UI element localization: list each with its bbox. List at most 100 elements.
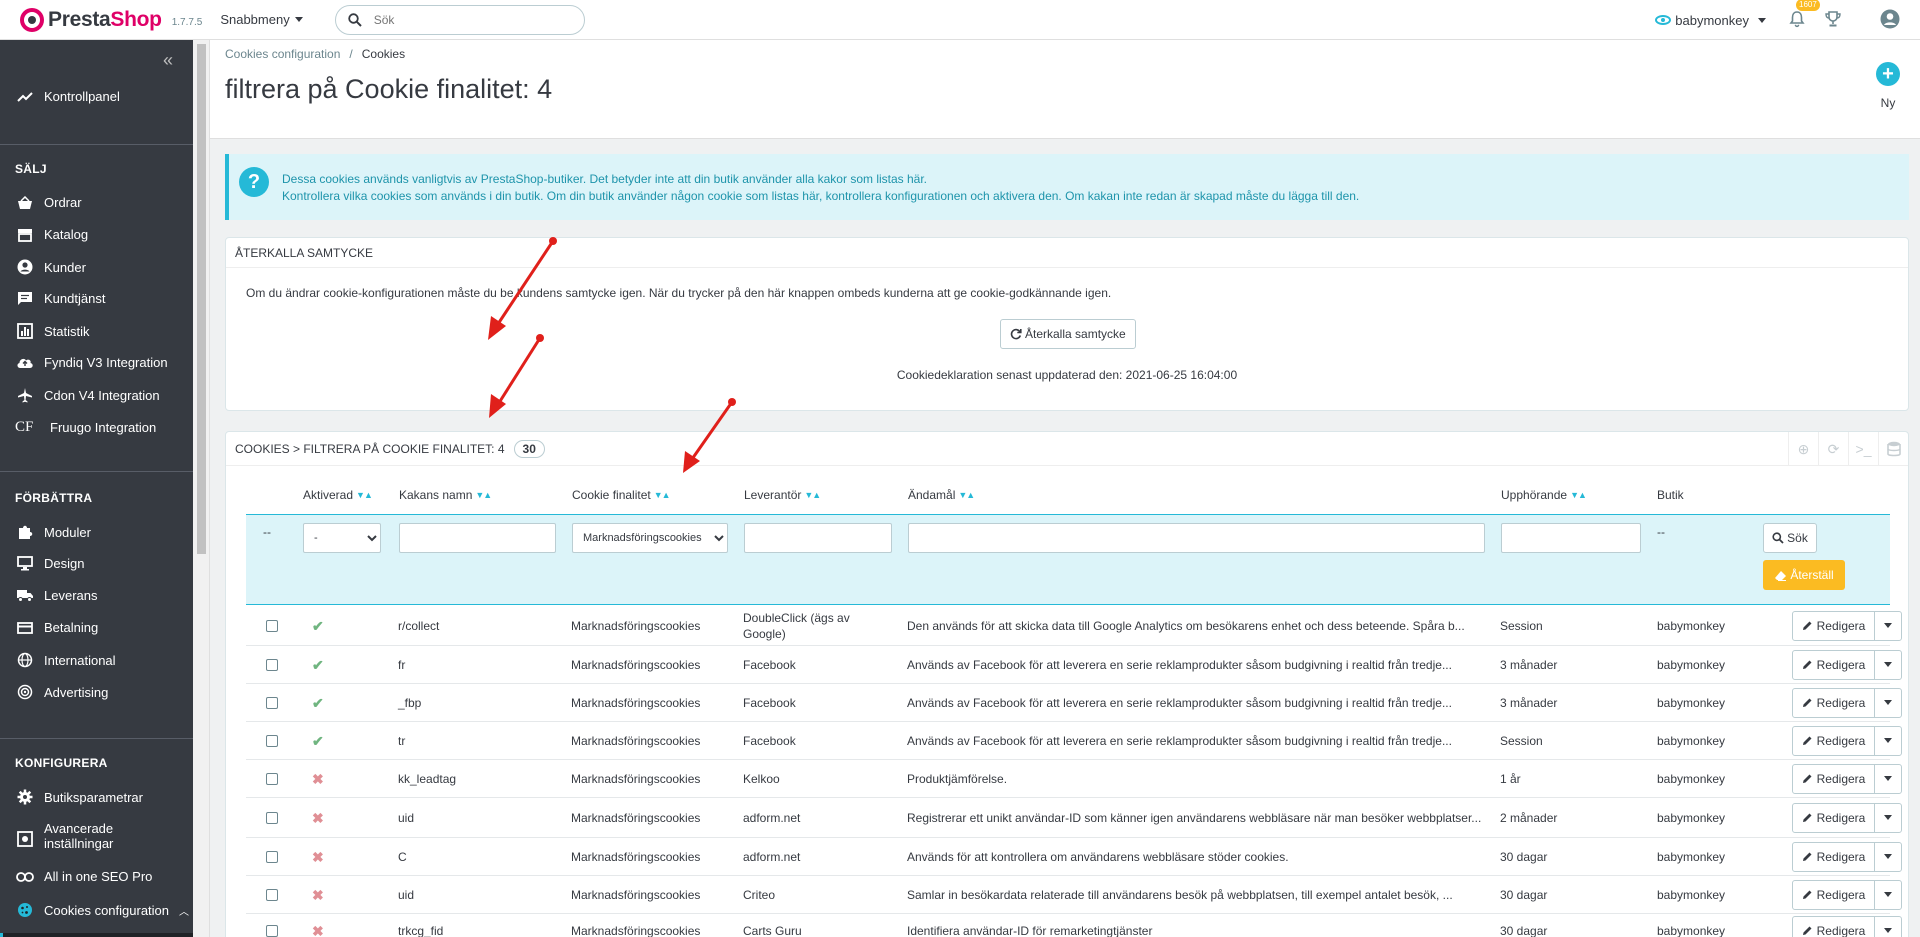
edit-dropdown-toggle[interactable]: [1875, 700, 1901, 705]
edit-button[interactable]: Redigera: [1793, 688, 1875, 717]
sidebar-item-customers[interactable]: Kunder: [15, 259, 86, 275]
filter-expiry-input[interactable]: [1501, 523, 1641, 553]
edit-button[interactable]: Redigera: [1793, 650, 1875, 679]
edit-dropdown-toggle[interactable]: [1875, 815, 1901, 820]
cross-icon[interactable]: ✖: [312, 849, 324, 865]
check-icon[interactable]: ✔: [312, 695, 324, 711]
table-row[interactable]: ✔ tr Marknadsföringscookies Facebook Används…: [246, 722, 1902, 760]
sidebar-item-cookies-configuration[interactable]: Cookies configuration ︿: [15, 902, 189, 918]
row-select-checkbox[interactable]: [266, 772, 278, 785]
refresh-list-icon[interactable]: ⟳: [1818, 432, 1848, 466]
breadcrumb-parent[interactable]: Cookies configuration: [225, 47, 340, 61]
prestashop-logo[interactable]: PrestaShop: [20, 7, 162, 32]
edit-button[interactable]: Redigera: [1793, 611, 1875, 640]
sidebar-item-catalog[interactable]: Katalog: [15, 227, 88, 242]
edit-dropdown-toggle[interactable]: [1875, 662, 1901, 667]
collapse-sidebar-icon[interactable]: «: [163, 50, 173, 71]
sidebar-item-stats[interactable]: Statistik: [15, 323, 90, 339]
edit-dropdown-toggle[interactable]: [1875, 928, 1901, 933]
sidebar-item-modules[interactable]: Moduler: [15, 524, 91, 540]
add-new-button[interactable]: + Ny: [1876, 62, 1900, 110]
database-icon[interactable]: [1878, 432, 1908, 466]
table-row[interactable]: ✖ kk_leadtag Marknadsföringscookies Kelkoo P…: [246, 760, 1902, 798]
sidebar-item-shop-parameters[interactable]: Butiksparametrar: [15, 789, 143, 805]
sidebar-item-international[interactable]: International: [15, 652, 116, 668]
sort-icon[interactable]: ▼▲: [654, 490, 671, 500]
row-select-checkbox[interactable]: [266, 888, 278, 901]
edit-dropdown-toggle[interactable]: [1875, 776, 1901, 781]
sidebar-item-design[interactable]: Design: [15, 556, 84, 571]
sidebar-item-advanced-settings[interactable]: Avancerade inställningar: [15, 821, 164, 851]
check-icon[interactable]: ✔: [312, 733, 324, 749]
table-row[interactable]: ✖ uid Marknadsföringscookies adform.net Regi…: [246, 798, 1902, 838]
cross-icon[interactable]: ✖: [312, 887, 324, 903]
table-row[interactable]: ✖ trkcg_fid Marknadsföringscookies Carts Gu…: [246, 914, 1902, 937]
filter-purpose-input[interactable]: [908, 523, 1485, 553]
column-header-provider[interactable]: Leverantör ▼▲: [744, 488, 821, 502]
edit-dropdown-toggle[interactable]: [1875, 738, 1901, 743]
edit-button[interactable]: Redigera: [1793, 916, 1875, 937]
sidebar-item-orders[interactable]: Ordrar: [15, 195, 82, 210]
check-icon[interactable]: ✔: [312, 618, 324, 634]
cross-icon[interactable]: ✖: [312, 771, 324, 787]
column-header-name[interactable]: Kakans namn ▼▲: [399, 488, 492, 502]
table-row[interactable]: ✔ _fbp Marknadsföringscookies Facebook Använ…: [246, 684, 1902, 722]
filter-reset-button[interactable]: Återställ: [1763, 560, 1845, 590]
row-select-checkbox[interactable]: [266, 811, 278, 824]
sidebar-item-dashboard[interactable]: Kontrollpanel: [15, 89, 120, 104]
sidebar-item-seo-pro[interactable]: All in one SEO Pro: [15, 869, 152, 884]
revoke-consent-button[interactable]: Återkalla samtycke: [1000, 319, 1136, 349]
sort-icon[interactable]: ▼▲: [804, 490, 821, 500]
filter-provider-input[interactable]: [744, 523, 892, 553]
trophy-button[interactable]: [1824, 10, 1842, 31]
edit-dropdown-toggle[interactable]: [1875, 892, 1901, 897]
filter-name-input[interactable]: [399, 523, 556, 553]
sidebar-item-payment[interactable]: Betalning: [15, 620, 98, 635]
edit-button[interactable]: Redigera: [1793, 764, 1875, 793]
column-header-purpose[interactable]: Ändamål ▼▲: [908, 488, 975, 502]
sql-query-icon[interactable]: >_: [1848, 432, 1878, 466]
row-select-checkbox[interactable]: [266, 850, 278, 863]
edit-dropdown-toggle[interactable]: [1875, 623, 1901, 628]
edit-button[interactable]: Redigera: [1793, 880, 1875, 909]
column-header-active[interactable]: Aktiverad ▼▲: [303, 488, 373, 502]
filter-finality-select[interactable]: Marknadsföringscookies: [572, 523, 728, 553]
quick-access-dropdown[interactable]: Snabbmeny: [220, 12, 303, 27]
shop-view-link[interactable]: babymonkey: [1655, 13, 1766, 28]
account-button[interactable]: [1880, 9, 1900, 32]
table-row[interactable]: ✔ r/collect Marknadsföringscookies DoubleCl…: [246, 606, 1902, 646]
edit-button[interactable]: Redigera: [1793, 726, 1875, 755]
table-row[interactable]: ✔ fr Marknadsföringscookies Facebook Används…: [246, 646, 1902, 684]
column-header-finality[interactable]: Cookie finalitet ▼▲: [572, 488, 671, 502]
row-select-checkbox[interactable]: [266, 619, 278, 632]
sidebar-item-shipping[interactable]: Leverans: [15, 588, 97, 603]
sidebar-item-fyndiq[interactable]: Fyndiq V3 Integration: [15, 355, 168, 370]
edit-dropdown-toggle[interactable]: [1875, 854, 1901, 859]
sidebar-item-cdon[interactable]: Cdon V4 Integration: [15, 387, 160, 403]
table-row[interactable]: ✖ uid Marknadsföringscookies Criteo Samlar i…: [246, 876, 1902, 914]
notifications-button[interactable]: 1607: [1788, 0, 1820, 31]
edit-button[interactable]: Redigera: [1793, 842, 1875, 871]
sidebar-item-fruugo[interactable]: CF Fruugo Integration: [15, 419, 156, 436]
table-row[interactable]: ✖ C Marknadsföringscookies adform.net Använd…: [246, 838, 1902, 876]
sort-icon[interactable]: ▼▲: [475, 490, 492, 500]
search-input[interactable]: [373, 12, 554, 27]
search-icon[interactable]: [348, 12, 362, 27]
sidebar-item-advertising[interactable]: Advertising: [15, 684, 108, 700]
sidebar-scrollbar-thumb[interactable]: [197, 44, 206, 554]
check-icon[interactable]: ✔: [312, 657, 324, 673]
row-select-checkbox[interactable]: [266, 924, 278, 937]
edit-button[interactable]: Redigera: [1793, 803, 1875, 832]
sort-icon[interactable]: ▼▲: [958, 490, 975, 500]
row-select-checkbox[interactable]: [266, 734, 278, 747]
column-header-expiry[interactable]: Upphörande ▼▲: [1501, 488, 1587, 502]
sort-icon[interactable]: ▼▲: [1570, 490, 1587, 500]
filter-search-button[interactable]: Sök: [1763, 523, 1817, 553]
sort-icon[interactable]: ▼▲: [356, 490, 373, 500]
add-new-icon[interactable]: ⊕: [1788, 432, 1818, 466]
cross-icon[interactable]: ✖: [312, 810, 324, 826]
row-select-checkbox[interactable]: [266, 696, 278, 709]
filter-active-select[interactable]: -: [303, 523, 381, 553]
sidebar-item-customer-service[interactable]: Kundtjänst: [15, 291, 105, 306]
cross-icon[interactable]: ✖: [312, 923, 324, 937]
